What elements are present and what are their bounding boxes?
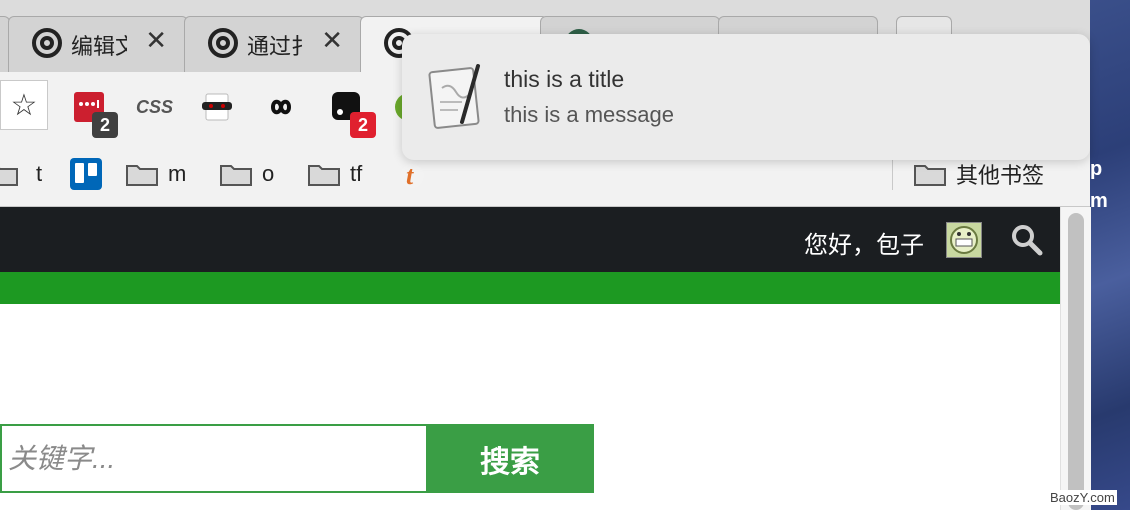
search-form: 搜索 [0,424,594,493]
lastpass-icon[interactable]: 2 [72,90,118,138]
script-editor-icon [428,64,480,129]
tab-label: 通过扌 [247,34,303,59]
site-favicon-icon [208,28,238,58]
system-notification[interactable]: this is a title this is a message [402,34,1090,160]
bookmark-star-icon[interactable]: ☆ [0,80,48,130]
search-input[interactable] [0,424,426,493]
infinity-loop-icon[interactable] [264,90,298,124]
bookmark-item[interactable] [70,158,102,190]
web-page: 您好，包子 搜索 [0,207,1060,510]
bookmark-folder[interactable]: m [126,158,186,190]
site-favicon-icon [32,28,62,58]
close-icon[interactable]: ✕ [145,27,167,53]
search-icon[interactable] [1010,223,1044,257]
incognito-mask-icon[interactable] [200,90,234,124]
svg-text:t: t [406,161,414,190]
badge-count: 2 [350,112,376,138]
avatar[interactable] [946,222,982,258]
folder-icon [220,165,252,186]
green-nav-bar [0,272,1060,304]
bookmark-item[interactable]: t [26,158,42,190]
site-top-nav: 您好，包子 [0,207,1060,272]
badge-count: 2 [92,112,118,138]
tab-label: 编辑文 [71,34,127,59]
bookmark-item[interactable]: t [398,158,430,190]
desktop-text-fragment: p [1090,158,1103,180]
bookmark-label: t [36,161,43,186]
watermark: BaozY.com [1048,490,1117,505]
folder-icon [0,167,18,186]
bookmark-folder[interactable] [0,158,18,190]
css-icon[interactable]: CSS [136,90,176,124]
desktop-text-fragment: m [1090,190,1108,212]
bookmarks-divider [892,156,893,190]
bookmark-label: m [168,161,187,186]
user-greeting[interactable]: 您好，包子 [804,225,924,260]
notification-message: this is a message [504,102,674,127]
folder-icon [914,165,946,186]
other-bookmarks-folder[interactable]: 其他书签 [914,158,1044,190]
scrollbar-thumb[interactable] [1068,213,1084,510]
folder-icon [308,165,340,186]
desktop-background [1090,0,1130,510]
search-button[interactable]: 搜索 [426,424,594,493]
notification-title: this is a title [504,66,625,92]
t-feed-icon: t [400,161,424,190]
tab[interactable]: 通过扌 ✕ [184,16,364,72]
bookmark-label: tf [350,161,363,186]
bookmark-label: o [262,161,275,186]
trello-icon [70,158,102,190]
close-icon[interactable]: ✕ [321,27,343,53]
black-app-icon[interactable]: 2 [330,90,376,138]
tab[interactable]: 编辑文 ✕ [8,16,188,72]
bookmark-folder[interactable]: tf [308,158,362,190]
bookmark-folder[interactable]: o [220,158,274,190]
folder-icon [126,165,158,186]
other-bookmarks-label: 其他书签 [956,163,1045,188]
